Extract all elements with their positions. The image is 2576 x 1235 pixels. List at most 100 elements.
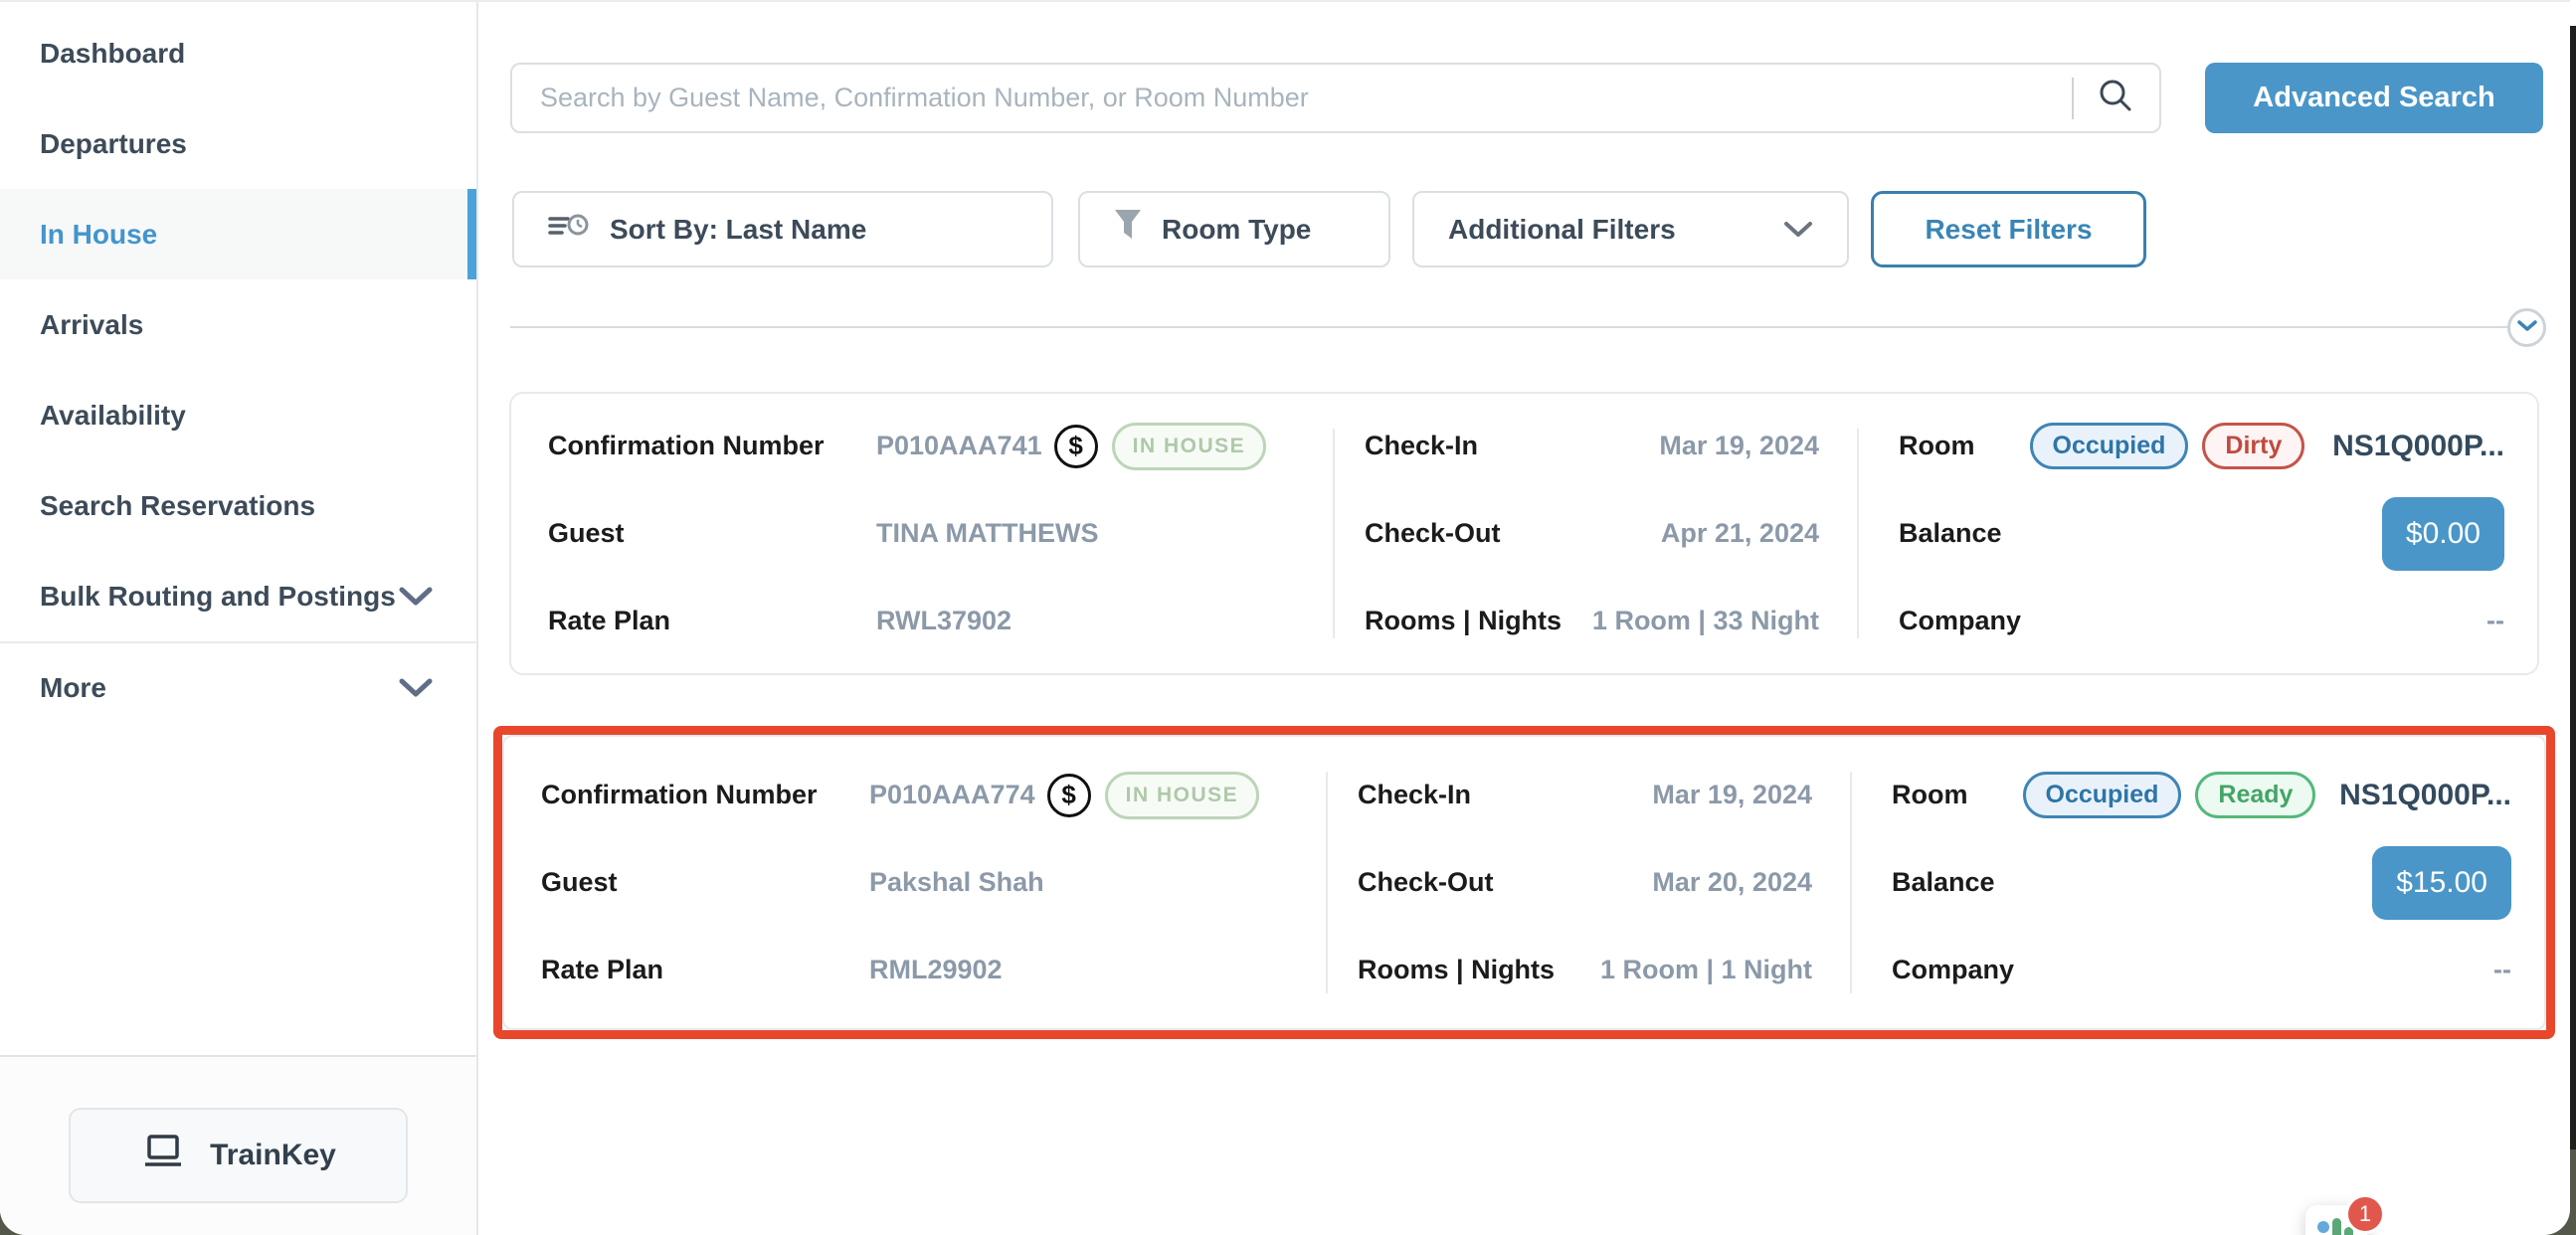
rate-plan-label: Rate Plan	[548, 606, 876, 636]
sidebar-item-bulk-routing[interactable]: Bulk Routing and Postings	[0, 551, 476, 641]
sidebar-item-dashboard[interactable]: Dashboard	[0, 8, 476, 98]
guest-name: TINA MATTHEWS	[876, 518, 1098, 549]
window-edge-strip	[2570, 26, 2576, 1149]
stay-dates-column: Check-In Mar 19, 2024 Check-Out Mar 20, …	[1328, 737, 1850, 1028]
search-input[interactable]	[540, 83, 2060, 113]
confirmation-number: P010AAA774	[869, 780, 1035, 810]
sidebar-item-search-reservations[interactable]: Search Reservations	[0, 460, 476, 551]
collapse-toggle[interactable]	[2507, 308, 2546, 347]
confirmation-row: Confirmation Number P010AAA774 $ IN HOUS…	[541, 752, 1326, 839]
notification-badge: 1	[2345, 1194, 2385, 1234]
sidebar-item-label: Availability	[40, 400, 186, 432]
sidebar-item-label: Search Reservations	[40, 490, 315, 522]
room-row: Room Occupied Dirty NS1Q000P...	[1899, 403, 2504, 490]
chevron-down-icon	[399, 678, 433, 698]
sidebar-item-departures[interactable]: Departures	[0, 98, 476, 189]
trainkey-section: TrainKey	[0, 1055, 476, 1235]
room-balance-column: Room Occupied Dirty NS1Q000P... Balance …	[1859, 394, 2537, 673]
balance-chip[interactable]: $15.00	[2372, 846, 2511, 920]
housekeeping-status-pill: Dirty	[2202, 423, 2304, 469]
in-house-badge: IN HOUSE	[1112, 423, 1267, 470]
balance-label: Balance	[1899, 518, 2002, 549]
check-in-date: Mar 19, 2024	[1652, 780, 1812, 810]
reservation-card[interactable]: Confirmation Number P010AAA774 $ IN HOUS…	[502, 735, 2546, 1030]
sidebar: Dashboard Departures In House Arrivals A…	[0, 2, 478, 1235]
room-label: Room	[1899, 431, 1975, 461]
chevron-down-icon	[2516, 319, 2538, 337]
trainkey-button[interactable]: TrainKey	[69, 1108, 408, 1203]
dollar-circle-icon[interactable]: $	[1047, 774, 1091, 817]
confirmation-number: P010AAA741	[876, 431, 1042, 461]
chevron-down-icon	[399, 587, 433, 607]
laptop-icon	[140, 1135, 186, 1176]
rate-plan-label: Rate Plan	[541, 955, 869, 985]
desktop-edge-strip	[2570, 1149, 2576, 1235]
reset-filters-button[interactable]: Reset Filters	[1871, 191, 2146, 267]
sidebar-item-availability[interactable]: Availability	[0, 370, 476, 460]
stay-dates-column: Check-In Mar 19, 2024 Check-Out Apr 21, …	[1335, 394, 1857, 673]
company-value: --	[2486, 606, 2504, 636]
check-in-row: Check-In Mar 19, 2024	[1365, 403, 1819, 490]
rooms-nights-value: 1 Room | 1 Night	[1600, 955, 1812, 985]
sidebar-item-label: Dashboard	[40, 38, 185, 70]
check-in-label: Check-In	[1365, 431, 1659, 461]
sidebar-item-more[interactable]: More	[0, 641, 476, 732]
search-separator	[2072, 78, 2074, 119]
reservation-info-column: Confirmation Number P010AAA741 $ IN HOUS…	[511, 394, 1333, 673]
rooms-nights-label: Rooms | Nights	[1365, 606, 1592, 636]
rooms-nights-row: Rooms | Nights 1 Room | 33 Night	[1365, 578, 1819, 665]
check-out-label: Check-Out	[1358, 867, 1652, 898]
check-out-row: Check-Out Mar 20, 2024	[1358, 839, 1812, 927]
rooms-nights-label: Rooms | Nights	[1358, 955, 1600, 985]
sort-by-label: Sort By: Last Name	[610, 214, 866, 246]
room-type-dropdown[interactable]: Room Type	[1078, 191, 1390, 267]
confirmation-row: Confirmation Number P010AAA741 $ IN HOUS…	[548, 403, 1333, 490]
rate-plan-value: RML29902	[869, 955, 1003, 985]
dollar-circle-icon[interactable]: $	[1054, 425, 1098, 468]
company-label: Company	[1892, 955, 2014, 985]
guest-row: Guest Pakshal Shah	[541, 839, 1326, 927]
confirmation-label: Confirmation Number	[541, 780, 869, 810]
company-value: --	[2493, 955, 2511, 985]
room-label: Room	[1892, 780, 1968, 810]
sidebar-nav: Dashboard Departures In House Arrivals A…	[0, 2, 476, 732]
company-label: Company	[1899, 606, 2021, 636]
sidebar-item-label: Bulk Routing and Postings	[40, 581, 396, 613]
confirmation-label: Confirmation Number	[548, 431, 876, 461]
balance-row: Balance $0.00	[1899, 490, 2504, 578]
room-balance-column: Room Occupied Ready NS1Q000P... Balance …	[1852, 737, 2544, 1028]
room-type-label: Room Type	[1162, 214, 1311, 246]
occupancy-status-pill: Occupied	[2030, 423, 2189, 469]
guest-name: Pakshal Shah	[869, 867, 1044, 898]
reservation-card[interactable]: Confirmation Number P010AAA741 $ IN HOUS…	[509, 392, 2539, 675]
guest-row: Guest TINA MATTHEWS	[548, 490, 1333, 578]
guest-label: Guest	[548, 518, 876, 549]
search-icon[interactable]	[2096, 76, 2135, 120]
check-out-label: Check-Out	[1365, 518, 1661, 549]
rate-plan-row: Rate Plan RML29902	[541, 927, 1326, 1014]
sidebar-item-arrivals[interactable]: Arrivals	[0, 279, 476, 370]
sort-by-dropdown[interactable]: Sort By: Last Name	[512, 191, 1053, 267]
sidebar-item-label: Departures	[40, 128, 187, 160]
balance-row: Balance $15.00	[1892, 839, 2511, 927]
room-row: Room Occupied Ready NS1Q000P...	[1892, 752, 2511, 839]
balance-chip[interactable]: $0.00	[2382, 497, 2504, 571]
chevron-down-icon	[1783, 214, 1813, 246]
search-box	[510, 63, 2161, 133]
sidebar-item-label: Arrivals	[40, 309, 143, 341]
check-out-date: Mar 20, 2024	[1652, 867, 1812, 898]
sidebar-item-in-house[interactable]: In House	[0, 189, 476, 279]
advanced-search-button[interactable]: Advanced Search	[2205, 63, 2543, 133]
company-row: Company --	[1899, 578, 2504, 665]
trainkey-label: TrainKey	[210, 1139, 336, 1172]
check-in-date: Mar 19, 2024	[1659, 431, 1819, 461]
filter-funnel-icon	[1114, 209, 1142, 250]
check-out-date: Apr 21, 2024	[1661, 518, 1819, 549]
occupancy-status-pill: Occupied	[2023, 772, 2182, 818]
room-number: NS1Q000P...	[2332, 430, 2504, 463]
sort-icon	[548, 211, 590, 248]
additional-filters-dropdown[interactable]: Additional Filters	[1412, 191, 1849, 267]
reservation-info-column: Confirmation Number P010AAA774 $ IN HOUS…	[504, 737, 1326, 1028]
check-in-row: Check-In Mar 19, 2024	[1358, 752, 1812, 839]
list-divider	[510, 326, 2509, 328]
